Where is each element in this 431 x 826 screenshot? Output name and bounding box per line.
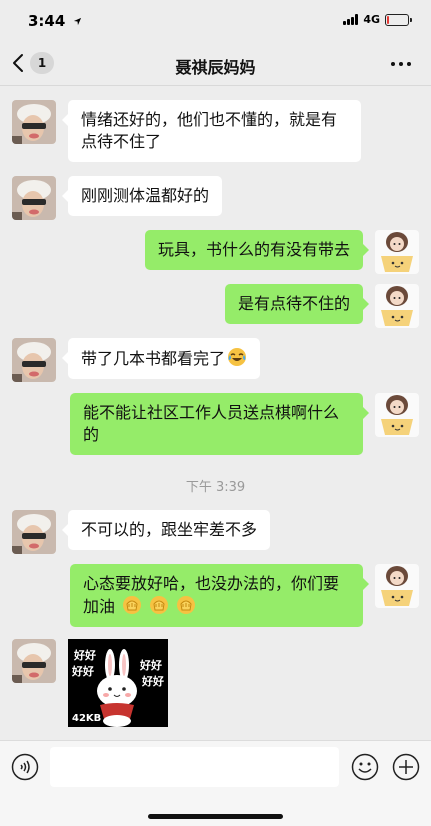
message-input[interactable] <box>50 747 339 787</box>
avatar[interactable] <box>12 338 56 382</box>
outgoing-message[interactable]: 心态要放好哈，也没办法的，你们要加油 <box>70 564 369 627</box>
sticker-text: 好好 <box>142 675 164 688</box>
sticker-text: 好好 <box>140 659 162 672</box>
network-label: 4G <box>363 13 380 26</box>
status-time: 3:44 <box>28 12 82 30</box>
incoming-message[interactable]: 刚刚测体温都好的 <box>61 176 223 216</box>
more-dots-icon[interactable] <box>389 54 413 74</box>
incoming-message[interactable]: 不可以的，跟坐牢差不多 <box>61 510 271 550</box>
home-indicator <box>148 814 283 819</box>
battery-icon <box>385 13 412 26</box>
voice-icon[interactable] <box>11 753 39 781</box>
chat-header: 1 聂祺辰妈妈 <box>0 44 431 86</box>
outgoing-message[interactable]: 能不能让社区工作人员送点棋啊什么的 <box>70 393 369 455</box>
avatar[interactable] <box>375 230 419 274</box>
signal-icon <box>343 14 359 25</box>
fist-emoji-icon <box>176 595 196 615</box>
laugh-cry-emoji-icon <box>228 348 247 366</box>
incoming-message[interactable]: 带了几本书都看完了 <box>61 338 261 379</box>
time-separator: 下午 3:39 <box>185 480 246 495</box>
outgoing-message[interactable]: 是有点待不住的 <box>224 284 370 324</box>
fist-emoji-icon <box>122 595 142 615</box>
fist-emoji-icon <box>149 595 169 615</box>
avatar[interactable] <box>375 564 419 608</box>
avatar[interactable] <box>12 639 56 683</box>
emoji-icon[interactable] <box>351 753 379 781</box>
input-bar <box>0 740 431 826</box>
sticker-size-label: 42KB <box>72 713 102 724</box>
plus-icon[interactable] <box>392 753 420 781</box>
avatar[interactable] <box>12 176 56 220</box>
location-arrow-icon <box>73 17 81 26</box>
rabbit-sticker[interactable]: 好好 好好 好好 好好 42KB <box>68 639 168 727</box>
chat-messages: 情绪还好的，他们也不懂的，就是有点待不住了 刚刚测体温都好的 玩具，书什么的有没… <box>0 86 431 740</box>
outgoing-message[interactable]: 玩具，书什么的有没有带去 <box>144 230 370 270</box>
sticker-text: 好好 <box>72 665 94 678</box>
avatar[interactable] <box>12 100 56 144</box>
chat-title: 聂祺辰妈妈 <box>175 58 256 77</box>
message-text: 带了几本书都看完了 <box>81 349 226 368</box>
avatar[interactable] <box>12 510 56 554</box>
avatar[interactable] <box>375 393 419 437</box>
avatar[interactable] <box>375 284 419 328</box>
sticker-text: 好好 <box>74 649 96 662</box>
incoming-message[interactable]: 情绪还好的，他们也不懂的，就是有点待不住了 <box>62 100 361 162</box>
battery-level <box>387 15 390 24</box>
status-bar: 3:44 4G <box>0 0 431 44</box>
